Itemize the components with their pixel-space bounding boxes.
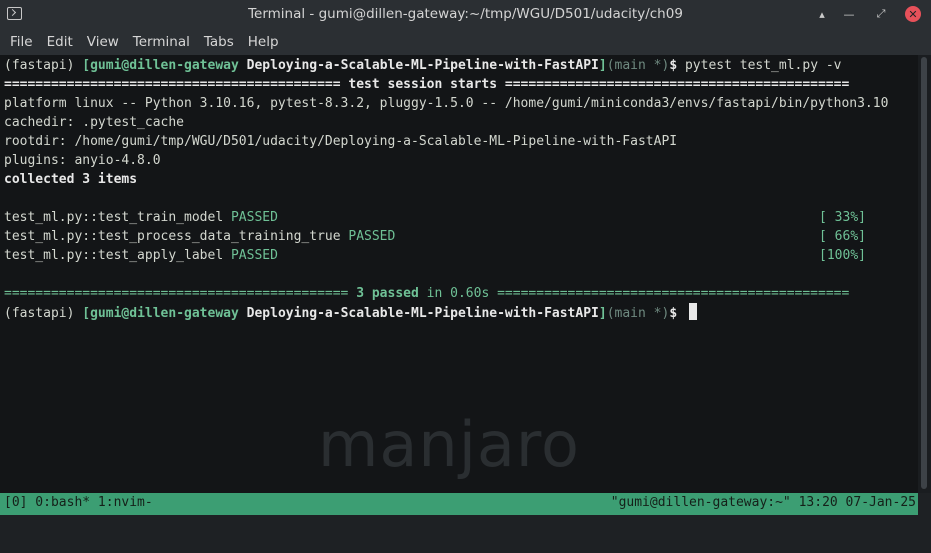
prompt-dir: Deploying-a-Scalable-ML-Pipeline-with-Fa… xyxy=(246,306,599,321)
scrollbar-thumb[interactable] xyxy=(921,57,927,489)
menu-help[interactable]: Help xyxy=(248,34,279,50)
cachedir-line: cachedir: .pytest_cache xyxy=(4,115,185,130)
title-bar[interactable]: Terminal - gumi@dillen-gateway:~/tmp/WGU… xyxy=(0,0,931,29)
test-name: test_ml.py::test_process_data_training_t… xyxy=(4,229,349,244)
menu-tabs[interactable]: Tabs xyxy=(204,34,234,50)
menu-bar: File Edit View Terminal Tabs Help xyxy=(0,29,931,56)
prompt-line-current: (fastapi) [gumi@dillen-gateway Deploying… xyxy=(4,303,697,322)
test-result-row: test_ml.py::test_apply_label PASSED xyxy=(4,246,278,265)
plugins-line: plugins: anyio-4.8.0 xyxy=(4,153,161,168)
test-name: test_ml.py::test_apply_label xyxy=(4,248,231,263)
minimize-window-icon[interactable]: — xyxy=(841,6,857,22)
test-percent: [100%] xyxy=(819,248,866,263)
prompt-userhost: [gumi@dillen-gateway xyxy=(82,58,247,73)
test-percent: [ 33%] xyxy=(819,210,866,225)
prompt-branch: (main *) xyxy=(606,58,670,73)
test-status: PASSED xyxy=(230,210,278,225)
text-cursor[interactable] xyxy=(688,303,697,320)
summary-time: in 0.60s xyxy=(418,286,498,301)
summary-line: ========================================… xyxy=(4,284,849,303)
prompt-userhost: [gumi@dillen-gateway xyxy=(82,306,247,321)
test-status: PASSED xyxy=(230,248,278,263)
window-title: Terminal - gumi@dillen-gateway:~/tmp/WGU… xyxy=(248,6,683,22)
menu-edit[interactable]: Edit xyxy=(47,34,73,50)
prompt-dir: Deploying-a-Scalable-ML-Pipeline-with-Fa… xyxy=(246,58,599,73)
prompt-env: (fastapi) xyxy=(4,58,83,73)
menu-file[interactable]: File xyxy=(10,34,33,50)
prompt-close-bracket: ] xyxy=(598,306,607,321)
menu-view[interactable]: View xyxy=(87,34,119,50)
terminal-output[interactable]: manjaro (fastapi) [gumi@dillen-gateway D… xyxy=(0,55,918,493)
maximize-window-icon[interactable]: ⤢ xyxy=(873,6,889,22)
test-name: test_ml.py::test_train_model xyxy=(4,210,231,225)
collected-line: collected 3 items xyxy=(4,172,138,187)
session-header: ========================================… xyxy=(4,77,850,92)
test-percent: [ 66%] xyxy=(819,229,866,244)
manjaro-watermark: manjaro xyxy=(318,408,580,481)
prompt-env: (fastapi) xyxy=(4,306,83,321)
prompt-dollar: $ xyxy=(669,306,685,321)
close-window-icon[interactable]: ✕ xyxy=(905,6,921,22)
terminal-scrollbar[interactable] xyxy=(918,55,931,493)
tmux-window-list[interactable]: [0] 0:bash* 1:nvim- xyxy=(4,493,153,513)
test-result-row: test_ml.py::test_process_data_training_t… xyxy=(4,227,395,246)
platform-line: platform linux -- Python 3.10.16, pytest… xyxy=(4,96,889,111)
prompt-dollar: $ xyxy=(669,58,685,73)
prompt-line-command: (fastapi) [gumi@dillen-gateway Deploying… xyxy=(4,56,842,75)
shade-window-icon[interactable]: ▴ xyxy=(814,6,830,22)
menu-terminal[interactable]: Terminal xyxy=(133,34,190,50)
rootdir-line: rootdir: /home/gumi/tmp/WGU/D501/udacity… xyxy=(4,134,678,149)
summary-right-rule: ========================================… xyxy=(497,286,850,301)
summary-passed: 3 passed xyxy=(356,286,419,301)
prompt-close-bracket: ] xyxy=(598,58,607,73)
tmux-status-right: "gumi@dillen-gateway:~" 13:20 07-Jan-25 xyxy=(610,495,916,510)
summary-left-rule: ========================================… xyxy=(4,286,357,301)
test-result-row: test_ml.py::test_train_model PASSED xyxy=(4,208,278,227)
command-text: pytest test_ml.py -v xyxy=(684,58,842,73)
tmux-status-bar: [0] 0:bash* 1:nvim- "gumi@dillen-gateway… xyxy=(0,493,918,515)
prompt-branch: (main *) xyxy=(606,306,670,321)
test-status: PASSED xyxy=(348,229,396,244)
